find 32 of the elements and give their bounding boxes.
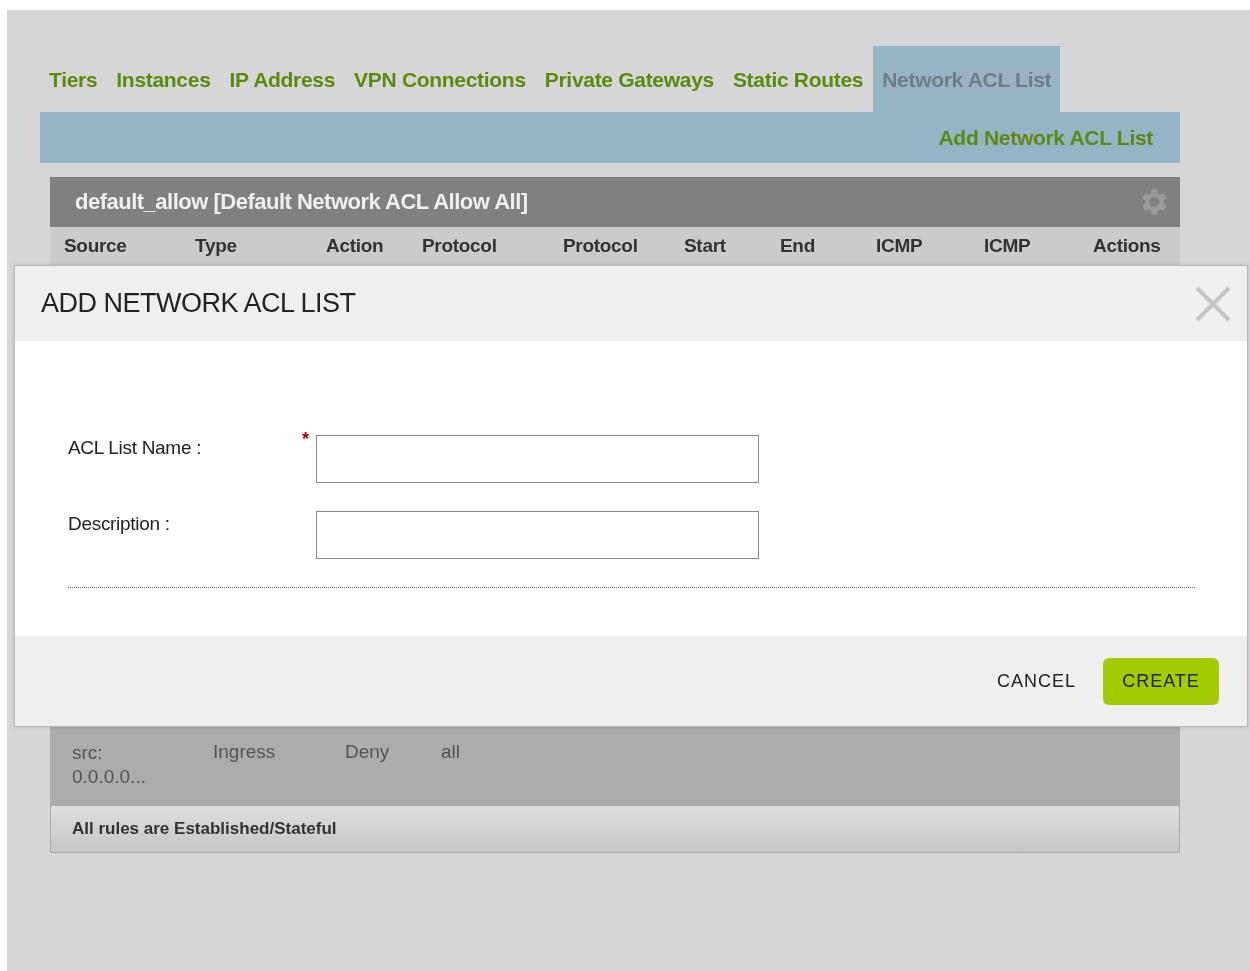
column-header: ICMP <box>984 235 1032 257</box>
tab[interactable]: Static Routes <box>723 46 873 112</box>
footer-note: All rules are Established/Stateful <box>72 819 337 839</box>
tab[interactable]: Instances <box>107 46 220 112</box>
tab[interactable]: VPN Connections <box>345 46 535 112</box>
column-header: End <box>780 235 816 257</box>
tab[interactable]: Network ACL List <box>873 46 1061 112</box>
column-header: ICMP <box>876 235 924 257</box>
input-field[interactable] <box>316 435 759 483</box>
table-cell-text: Ingress <box>213 741 277 763</box>
field-label: ACL List Name : <box>68 436 203 459</box>
table-cell-text: all <box>441 741 461 763</box>
panel-title: default_allow [Default Network ACL Allow All] <box>75 189 528 215</box>
tab[interactable]: Private Gateways <box>535 46 723 112</box>
add-acl-list-link[interactable]: Add Network ACL List <box>938 125 1153 150</box>
tab[interactable]: IP Address <box>220 46 345 112</box>
required-mark: * <box>302 429 309 449</box>
create-button[interactable]: CREATE <box>1103 657 1219 705</box>
cancel-button[interactable]: CANCEL <box>996 670 1076 692</box>
table-cell-text: Deny <box>345 741 391 763</box>
column-header: Start <box>684 235 727 257</box>
input-field[interactable] <box>316 511 759 559</box>
column-header: Source <box>64 235 128 257</box>
dialog-title: ADD NETWORK ACL LIST <box>41 288 356 319</box>
column-header: Type <box>195 235 238 257</box>
column-header: Protocol <box>422 235 498 257</box>
column-header: Actions <box>1093 235 1162 257</box>
table-cell-text: src: 0.0.0.0... <box>72 741 147 789</box>
tab[interactable]: Tiers <box>40 46 107 112</box>
column-header: Protocol <box>563 235 639 257</box>
field-label: Description : <box>68 512 171 535</box>
column-header: Action <box>326 235 385 257</box>
